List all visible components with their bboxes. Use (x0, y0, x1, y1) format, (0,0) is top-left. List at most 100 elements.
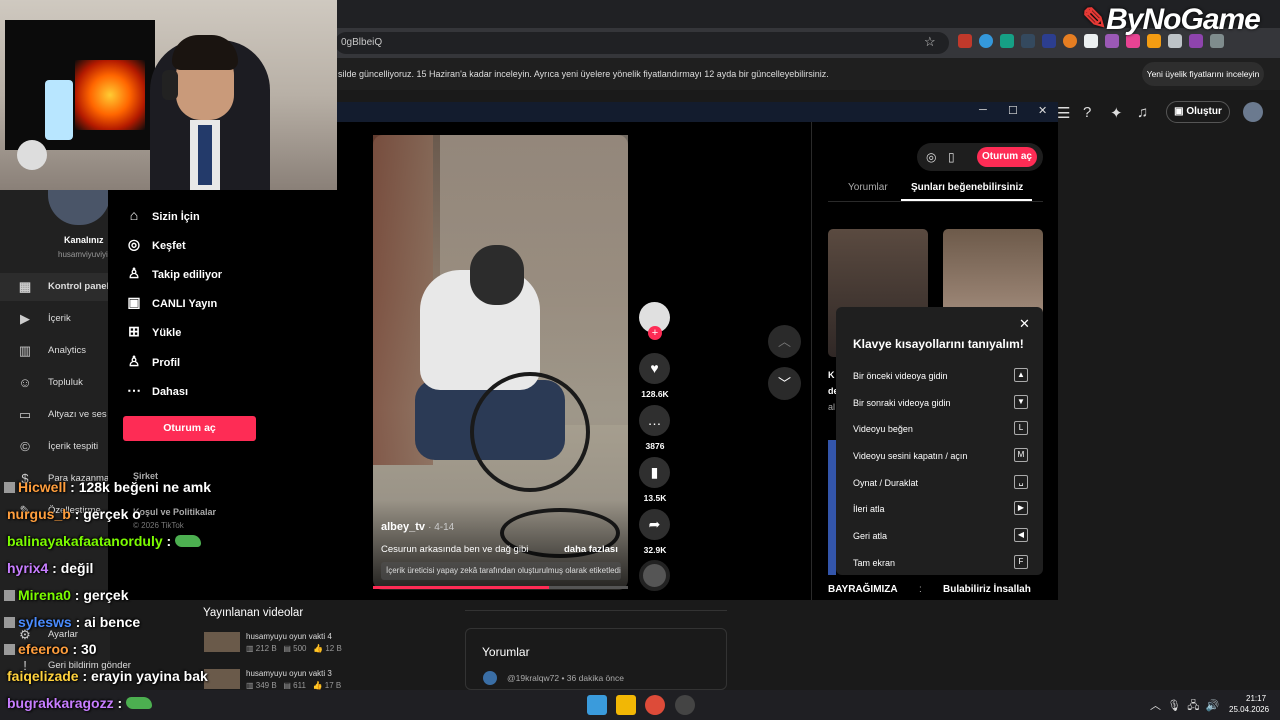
chat-text: : ai bence (71, 614, 141, 630)
compass-icon[interactable]: ◎ (926, 150, 936, 164)
pen-icon: ✎ (1082, 3, 1107, 36)
extension-icon[interactable] (979, 34, 993, 48)
comments-count: 611 (293, 681, 306, 690)
arrow-right-key-icon: ▶ (1014, 501, 1028, 515)
shortcut-label: İleri atla (853, 504, 885, 514)
close-icon[interactable]: ✕ (1019, 316, 1030, 332)
extension-icon[interactable] (1000, 34, 1014, 48)
sidebar-item-analytics[interactable]: ▥ Analytics (0, 337, 110, 365)
obs-icon[interactable] (675, 695, 695, 715)
sidebar-item-label: Analytics (48, 345, 87, 356)
video-author[interactable]: albey_tv · 4-14 (381, 521, 454, 533)
header-login-button[interactable]: Oturum aç (977, 147, 1037, 167)
like-button[interactable]: ♥ (639, 353, 670, 384)
video-stats: ▥ 212 B ▤ 500 👍 12 B (246, 644, 342, 653)
video-description: Cesurun arkasında ben ve dağ gibi (381, 544, 529, 555)
extension-icon[interactable] (958, 34, 972, 48)
space-key-icon: ␣ (1014, 475, 1028, 489)
notice-banner: silde güncelliyoruz. 15 Haziran'a kadar … (330, 58, 1280, 90)
sidebar-item-dashboard[interactable]: ▦ Kontrol paneli (0, 273, 112, 301)
clock-date[interactable]: 25.04.2026 (1229, 705, 1269, 714)
terms-link[interactable]: Koşul ve Politikalar (133, 507, 216, 517)
channel-handle: husamviyuviyi (58, 250, 108, 259)
sidebar-item-copyright[interactable]: © İçerik tespiti (0, 433, 110, 461)
tab-baseline (828, 201, 1043, 202)
extension-icon[interactable] (1063, 34, 1077, 48)
sidebar-item-label: İçerik tespiti (48, 441, 99, 452)
account-avatar[interactable] (1243, 102, 1263, 122)
divider (811, 122, 812, 600)
previous-video-arrow-icon[interactable]: ︿ (768, 325, 801, 358)
shortcut-row: Bir önceki videoya gidin ▲ (853, 368, 1028, 382)
chat-emote-icon (126, 697, 153, 709)
chat-text: : değil (48, 560, 94, 576)
clock-time[interactable]: 21:17 (1246, 694, 1266, 703)
tab-comments[interactable]: Yorumlar (848, 182, 888, 193)
analytics-icon: ▥ (18, 343, 32, 358)
sidebar-item-content[interactable]: ▶ İçerik (0, 305, 110, 333)
create-button[interactable]: ▣ Oluştur (1166, 101, 1230, 123)
bookmark-star-icon[interactable]: ☆ (924, 34, 936, 50)
chat-username: Hicwell (18, 479, 67, 495)
review-pricing-button[interactable]: Yeni üyelik fiyatlarını inceleyin (1142, 62, 1264, 86)
commenter-avatar[interactable] (483, 671, 497, 685)
video-stats: ▥ 349 B ▤ 611 👍 17 B (246, 681, 342, 690)
system-tray[interactable]: ︿ 🎙 🖧 🔊 (1150, 697, 1219, 716)
tiktok-nav-foryou[interactable]: ⌂ Sizin İçin (124, 207, 200, 223)
tiktok-nav-following[interactable]: ♙ Takip ediliyor (124, 265, 222, 282)
next-video-arrow-icon[interactable]: ﹀ (768, 367, 801, 400)
chat-badge-icon (4, 644, 15, 655)
login-button[interactable]: Oturum aç (123, 416, 256, 441)
suggested-video-thumbnail[interactable] (828, 440, 836, 575)
chat-username: bugrakkaragozz (7, 695, 114, 711)
chat-message: sylesws : ai bence (0, 614, 140, 638)
live-icon: ▣ (127, 294, 141, 310)
phone-icon[interactable]: ▯ (948, 150, 955, 164)
tab-suggested[interactable]: Şunları beğenebilirsiniz (911, 182, 1023, 193)
extension-icon[interactable] (1042, 34, 1056, 48)
webcam-overlay (0, 0, 337, 190)
brand-logo-text: ByNoGame (1106, 3, 1261, 36)
maximize-icon[interactable]: ☐ (1008, 104, 1018, 117)
video-thumbnail[interactable] (204, 632, 240, 652)
windows-start-icon[interactable] (587, 695, 607, 715)
share-button[interactable]: ➦ (639, 509, 670, 540)
video-progress-fill (373, 586, 549, 589)
content-icon: ▶ (20, 311, 30, 326)
captions-icon[interactable]: ☰ (1057, 104, 1070, 122)
comment-button[interactable]: … (639, 405, 670, 436)
bookmark-button[interactable]: ▮ (639, 457, 670, 488)
sidebar-item-community[interactable]: ☺ Topluluk (0, 369, 110, 397)
file-explorer-icon[interactable] (616, 695, 636, 715)
more-link[interactable]: daha fazlası (564, 544, 618, 555)
follow-plus-icon[interactable]: + (648, 326, 662, 340)
brand-logo: ✎ByNoGame (1082, 2, 1261, 37)
extension-icon[interactable] (1021, 34, 1035, 48)
like-count: 128.6K (641, 389, 669, 399)
subtitles-icon: ▭ (18, 407, 32, 422)
video-thumbnail[interactable] (204, 669, 240, 689)
shortcut-row: Tam ekran F (853, 555, 1028, 569)
sparkle-icon[interactable]: ✦ (1110, 104, 1123, 122)
help-icon[interactable]: ? (1083, 104, 1091, 121)
shortcut-label: Videoyu sesini kapatın / açın (853, 451, 968, 461)
tiktok-nav-more[interactable]: ⋯ Dahası (124, 382, 188, 399)
tiktok-nav-profile[interactable]: ♙ Profil (124, 353, 180, 370)
windows-taskbar (0, 690, 1280, 720)
minimize-icon[interactable]: ─ (979, 104, 987, 116)
sidebar-item-subtitles[interactable]: ▭ Altyazı ve ses (0, 401, 110, 429)
tiktok-nav-live[interactable]: ▣ CANLI Yayın (124, 294, 217, 311)
address-bar[interactable]: 0gBlbeiQ (335, 32, 949, 54)
copyright-icon: © (20, 439, 30, 454)
comments-card-title: Yorumlar (482, 645, 530, 659)
tiktok-nav-explore[interactable]: ◎ Keşfet (124, 236, 186, 253)
chrome-icon[interactable] (645, 695, 665, 715)
shortcut-row: Videoyu beğen L (853, 421, 1028, 435)
video-title: husamyuyu oyun vakti 4 (246, 632, 332, 641)
close-icon[interactable]: ✕ (1038, 104, 1047, 117)
music-disc-icon[interactable] (639, 560, 670, 591)
bell-icon[interactable]: ♫ (1137, 104, 1148, 121)
active-tab-indicator (901, 199, 1032, 201)
suggested-video-title: Bulabiliriz İnsallah (943, 584, 1031, 595)
tiktok-nav-upload[interactable]: ⊞ Yükle (124, 323, 181, 340)
